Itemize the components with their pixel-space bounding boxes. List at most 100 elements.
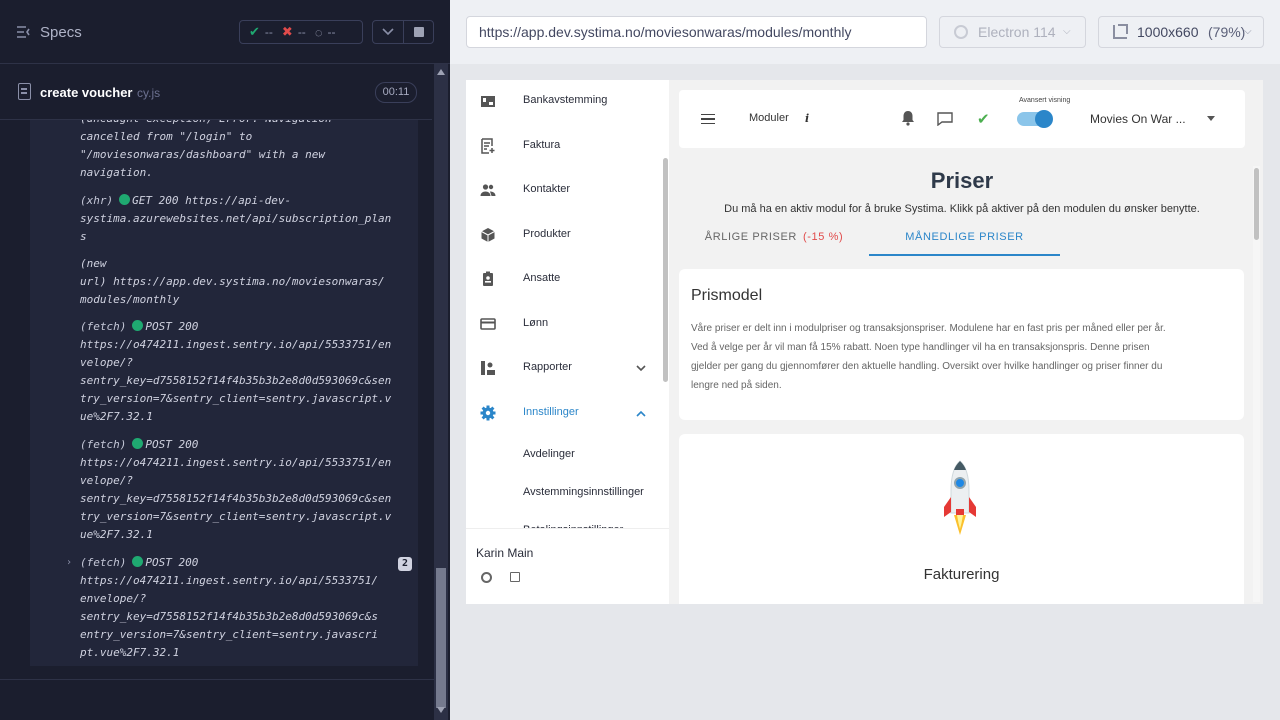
page-subtitle: Du må ha en aktiv modul for å bruke Syst… (724, 203, 1200, 215)
log-line: entry_version=7&sentry_client=sentry.jav… (80, 628, 379, 641)
check-icon[interactable]: ✔ (977, 110, 990, 128)
prismodel-card: Prismodel Våre priser er delt inn i modu… (679, 269, 1244, 420)
spec-name: create voucher (40, 85, 133, 100)
log-entry[interactable]: (uncaught exception) Error: Navigation c… (80, 120, 416, 182)
scroll-down-arrow-icon[interactable] (437, 707, 445, 713)
viewport-selector[interactable]: 1000x660 (79%) ⌵ (1098, 16, 1264, 48)
screen: Specs ✔ -- ✖ -- ◌ -- create voucher cy.js 0… (0, 0, 1280, 720)
log-line: (uncaught exception) Error: Navigation (80, 120, 416, 128)
log-line: s (80, 230, 87, 243)
chevron-down-icon (636, 365, 646, 372)
page-title: Priser (930, 168, 994, 193)
log-entry[interactable]: (fetch) POST 200 https://o474211.ingest.s… (80, 436, 416, 544)
menu-icon[interactable] (701, 114, 715, 124)
nav-label: Lønn (523, 317, 549, 329)
log-line: systima.azurewebsites.net/api/subscripti… (80, 212, 392, 225)
card-text-line: gjelder per gang du gjennomfører den akt… (691, 361, 1163, 372)
log-method: POST 200 (145, 438, 199, 451)
aut-header: https://app.dev.systima.no/moviesonwaras… (450, 0, 1280, 64)
log-line: sentry_key=d7558152f14f4b35b3b2e8d0d5930… (80, 610, 379, 623)
chat-icon[interactable] (937, 112, 953, 126)
log-line: velope/? (80, 474, 133, 487)
log-entry[interactable]: (fetch) POST 200 https://o474211.ingest.s… (80, 318, 416, 426)
log-entry[interactable]: (new url) https://app.dev.systima.no/mov… (80, 255, 416, 309)
nav-scrollbar[interactable] (663, 158, 668, 382)
chevron-right-icon[interactable]: › (66, 554, 72, 572)
modules-label[interactable]: Moduler (749, 112, 789, 124)
passed-stat: ✔ -- (249, 24, 273, 40)
spec-extension: cy.js (137, 86, 161, 100)
browser-selector[interactable]: Electron 114 ⌵ (939, 16, 1086, 48)
info-icon[interactable]: i (805, 112, 809, 125)
card-text-line: Ved å velge per år vil man få 15% rabatt… (691, 342, 1150, 353)
browser-label: Electron 114 (978, 24, 1056, 40)
nav-item-kontakter[interactable]: Kontakter (466, 168, 666, 212)
discount-label: (-15 %) (802, 231, 844, 243)
log-line: "/moviesonwaras/dashboard" with a new (80, 148, 326, 161)
stop-icon[interactable] (414, 27, 424, 37)
caret-down-icon[interactable] (1207, 116, 1215, 121)
nav-item-lonn[interactable]: Lønn (466, 302, 666, 346)
command-log: (uncaught exception) Error: Navigation c… (30, 120, 418, 666)
log-line: pt.vue%2F7.32.1 (80, 646, 180, 659)
log-line: https://api-dev- (185, 194, 292, 207)
specs-label[interactable]: Specs (40, 24, 82, 41)
scroll-up-arrow-icon[interactable] (437, 69, 445, 75)
log-kind: (fetch) (80, 556, 127, 569)
nav-label: Faktura (523, 139, 561, 151)
fakturering-card: Fakturering (679, 434, 1244, 604)
spec-title-row: create voucher cy.js 00:11 (0, 64, 432, 120)
log-line: url) https://app.dev.systima.no/movieson… (80, 275, 385, 288)
nav-label: Kontakter (523, 183, 571, 195)
log-line: https://o474211.ingest.sentry.io/api/553… (80, 338, 392, 351)
bell-icon[interactable] (901, 110, 915, 126)
tab-monthly-prices[interactable]: MÅNEDLIGE PRISER (869, 228, 1060, 256)
gear-icon (480, 405, 496, 421)
log-line: https://o474211.ingest.sentry.io/api/553… (80, 574, 379, 587)
log-line: envelope/? (80, 592, 147, 605)
log-scrollbar[interactable] (434, 64, 448, 720)
card-icon (480, 318, 496, 330)
nav-item-rapporter[interactable]: Rapporter (466, 346, 666, 390)
nav-item-faktura[interactable]: Faktura (466, 124, 666, 168)
log-entry[interactable]: (xhr) GET 200 https://api-dev- systima.az… (80, 192, 416, 246)
log-line: try_version=7&sentry_client=sentry.javas… (80, 510, 392, 523)
tab-yearly-prices[interactable]: ÅRLIGE PRISER (-15 %) (679, 228, 869, 256)
url-bar[interactable]: https://app.dev.systima.no/moviesonwaras… (466, 16, 927, 48)
advanced-view-label: Avansert visning (1019, 97, 1071, 104)
nav-item-produkter[interactable]: Produkter (466, 213, 666, 257)
logout-icon[interactable] (510, 572, 520, 582)
log-kind: (fetch) (80, 438, 127, 451)
nav-label: Rapporter (523, 361, 572, 373)
failed-stat: ✖ -- (282, 24, 306, 40)
contacts-icon (480, 184, 496, 196)
scrollbar-thumb[interactable] (436, 568, 446, 708)
nav-sub-avstemmingsinnstillinger[interactable]: Avstemmingsinnstillinger (523, 486, 644, 498)
log-line: https://o474211.ingest.sentry.io/api/553… (80, 456, 392, 469)
log-line: ue%2F7.32.1 (80, 410, 153, 423)
log-entry[interactable]: (fetch) POST 200 https://o474211.ingest.s… (80, 554, 416, 662)
card-title: Fakturering (923, 566, 1000, 583)
log-method: POST 200 (145, 320, 199, 333)
company-selector[interactable]: Movies On War ... (1090, 112, 1186, 126)
chevron-down-icon: ⌵ (1063, 26, 1071, 37)
log-kind: (new (80, 257, 107, 270)
log-line: sentry_key=d7558152f14f4b35b3b2e8d0d5930… (80, 492, 392, 505)
x-icon: ✖ (281, 24, 293, 39)
nav-drawer: Bankavstemming Faktura Kontakter Produkt… (466, 80, 669, 604)
card-title: Prismodel (691, 287, 763, 304)
nav-item-innstillinger[interactable]: Innstillinger (466, 391, 666, 435)
nav-sub-avdelinger[interactable]: Avdelinger (523, 448, 575, 460)
pending-icon: ◌ (314, 24, 323, 40)
nav-item-ansatte[interactable]: Ansatte (466, 257, 666, 301)
viewport-size: 1000x660 (1137, 24, 1199, 40)
invoice-icon (481, 138, 495, 154)
chevron-up-icon (636, 410, 646, 417)
specs-menu-icon[interactable] (16, 25, 32, 39)
status-dot-icon (132, 438, 144, 449)
nav-item-bankavstemming[interactable]: Bankavstemming (466, 80, 666, 123)
advanced-view-toggle[interactable] (1017, 110, 1053, 128)
chevron-down-icon[interactable] (382, 28, 394, 36)
main-scrollbar[interactable] (1254, 168, 1259, 240)
settings-gear-icon[interactable] (481, 572, 492, 583)
